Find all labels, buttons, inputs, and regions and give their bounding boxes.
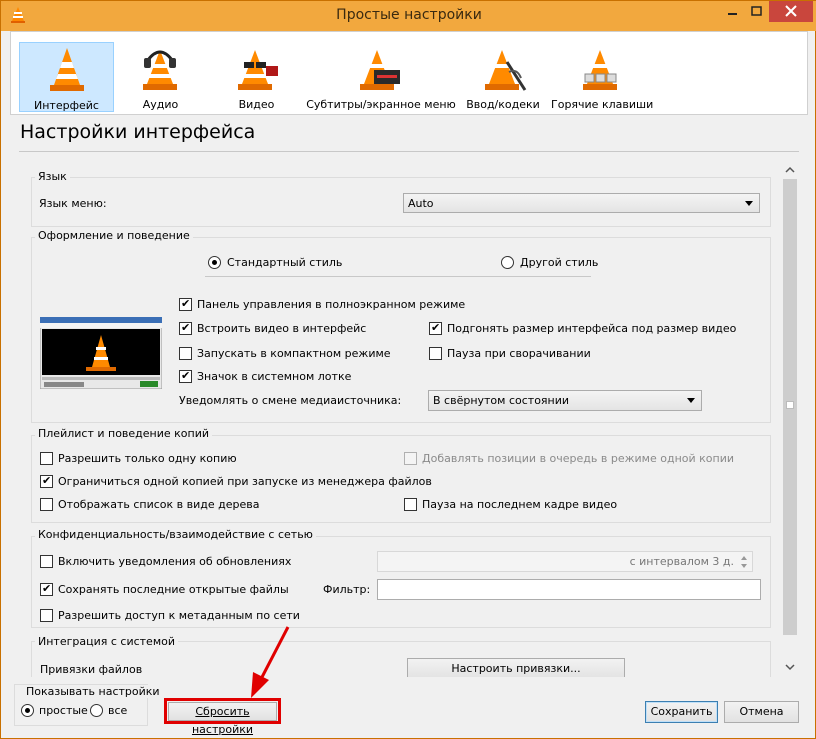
title-bar: Простые настройки	[1, 1, 816, 31]
metadata-access-label: Разрешить доступ к метаданным по сети	[58, 609, 300, 622]
scroll-up-icon[interactable]	[785, 166, 795, 174]
save-recent-checkbox[interactable]	[40, 582, 53, 596]
update-notify-checkbox[interactable]	[40, 555, 53, 568]
compact-mode-label: Запускать в компактном режиме	[197, 347, 391, 360]
maximize-button[interactable]	[745, 1, 769, 22]
cancel-button[interactable]: Отмена	[724, 701, 799, 723]
category-interface[interactable]: Интерфейс	[19, 42, 114, 112]
playlist-group-title: Плейлист и поведение копий	[35, 427, 213, 440]
one-instance-label: Разрешить только одну копию	[58, 452, 237, 465]
spin-arrows-icon	[741, 556, 747, 568]
audio-cone-headphones-icon	[143, 50, 177, 90]
notify-media-value: В свёрнутом состоянии	[433, 394, 570, 407]
close-button[interactable]	[769, 1, 813, 22]
standard-style-label: Стандартный стиль	[227, 256, 343, 269]
file-assoc-label: Привязки файлов	[40, 663, 143, 676]
embed-video-checkbox[interactable]	[179, 321, 192, 335]
filter-input[interactable]	[377, 579, 761, 600]
divider	[19, 151, 799, 152]
tree-view-checkbox[interactable]	[40, 498, 53, 511]
category-codecs-label: Ввод/кодеки	[466, 98, 540, 111]
tree-view-label: Отображать список в виде дерева	[58, 498, 260, 511]
show-all-label: все	[108, 704, 128, 717]
category-hotkeys-label: Горячие клавиши	[551, 98, 654, 111]
scroll-down-icon[interactable]	[785, 663, 795, 671]
category-bar: Интерфейс Аудио Видео Субтитры/экранное …	[10, 31, 808, 115]
category-audio[interactable]: Аудио	[123, 42, 198, 112]
one-instance-file-manager-checkbox[interactable]	[40, 474, 53, 488]
category-codecs[interactable]: Ввод/кодеки	[463, 42, 543, 112]
interface-cone-icon	[50, 48, 84, 91]
vertical-scrollbar[interactable]	[781, 161, 799, 677]
chevron-down-icon	[745, 201, 753, 206]
notify-media-select[interactable]: В свёрнутом состоянии	[428, 390, 702, 411]
fullscreen-controls-checkbox[interactable]	[179, 297, 192, 311]
subtitles-cone-icon	[360, 50, 400, 90]
other-style-radio[interactable]	[501, 256, 514, 269]
scrollbar-grip	[786, 401, 794, 409]
update-interval-value: с интервалом 3 д.	[629, 555, 734, 568]
interface-preview-image	[40, 317, 162, 389]
pause-minimize-label: Пауза при сворачивании	[447, 347, 591, 360]
resize-interface-checkbox[interactable]	[429, 321, 442, 335]
category-video[interactable]: Видео	[224, 42, 289, 112]
codecs-cone-icon	[485, 50, 527, 91]
category-video-label: Видео	[238, 98, 275, 111]
systray-icon-checkbox[interactable]	[179, 369, 192, 383]
integration-group-title: Интеграция с системой	[35, 635, 178, 648]
other-style-label: Другой стиль	[520, 256, 599, 269]
hotkeys-cone-icon	[583, 50, 617, 90]
file-assoc-button[interactable]: Настроить привязки...	[407, 658, 625, 677]
category-subtitles-label: Субтитры/экранное меню	[306, 98, 456, 111]
notify-media-label: Уведомлять о смене медиаисточника:	[179, 394, 402, 407]
update-notify-label: Включить уведомления об обновлениях	[58, 555, 292, 568]
menu-language-select[interactable]: Auto	[403, 193, 760, 213]
show-simple-radio[interactable]	[21, 704, 34, 717]
enqueue-one-label: Добавлять позиции в очередь в режиме одн…	[422, 452, 734, 465]
language-group-title: Язык	[35, 170, 70, 183]
one-instance-checkbox[interactable]	[40, 452, 53, 465]
embed-video-label: Встроить видео в интерфейс	[197, 322, 367, 335]
close-icon	[785, 5, 797, 17]
look-group-title: Оформление и поведение	[35, 229, 193, 242]
filter-label: Фильтр:	[323, 583, 371, 596]
menu-language-label: Язык меню:	[39, 197, 107, 210]
pause-last-frame-checkbox[interactable]	[404, 498, 417, 511]
category-audio-label: Аудио	[142, 98, 179, 111]
settings-scroll-area[interactable]: Язык Язык меню: Auto Оформление и поведе…	[19, 161, 799, 677]
privacy-group-title: Конфиденциальность/взаимодействие с сеть…	[35, 528, 316, 541]
preferences-window: Простые настройки Интерфейс Аудио Видео …	[0, 0, 816, 739]
chevron-down-icon	[687, 398, 695, 403]
window-title: Простые настройки	[336, 7, 482, 23]
fullscreen-controls-label: Панель управления в полноэкранном режиме	[197, 298, 466, 311]
enqueue-one-checkbox[interactable]	[404, 452, 417, 465]
show-settings-label: Показывать настройки	[23, 685, 163, 698]
compact-mode-checkbox[interactable]	[179, 347, 192, 360]
pause-minimize-checkbox[interactable]	[429, 347, 442, 360]
category-interface-label: Интерфейс	[34, 99, 99, 112]
systray-icon-label: Значок в системном лотке	[197, 370, 352, 383]
update-interval-spinbox[interactable]: с интервалом 3 д.	[377, 551, 753, 572]
page-title: Настройки интерфейса	[20, 121, 256, 143]
highlight-box	[164, 698, 281, 724]
resize-interface-label: Подгонять размер интерфейса под размер в…	[447, 322, 737, 335]
menu-language-value: Auto	[408, 197, 434, 210]
standard-style-radio[interactable]	[208, 256, 221, 269]
pause-last-frame-label: Пауза на последнем кадре видео	[422, 498, 618, 511]
minimize-button[interactable]	[719, 1, 745, 22]
metadata-access-checkbox[interactable]	[40, 609, 53, 622]
save-button[interactable]: Сохранить	[645, 701, 718, 723]
category-subtitles[interactable]: Субтитры/экранное меню	[306, 42, 456, 112]
one-instance-file-manager-label: Ограничиться одной копией при запуске из…	[58, 475, 432, 488]
category-hotkeys[interactable]: Горячие клавиши	[551, 42, 654, 112]
video-cone-glasses-icon	[238, 50, 278, 90]
show-all-radio[interactable]	[90, 704, 103, 717]
style-divider	[205, 276, 591, 277]
save-recent-label: Сохранять последние открытые файлы	[58, 583, 289, 596]
show-simple-label: простые	[39, 704, 88, 717]
